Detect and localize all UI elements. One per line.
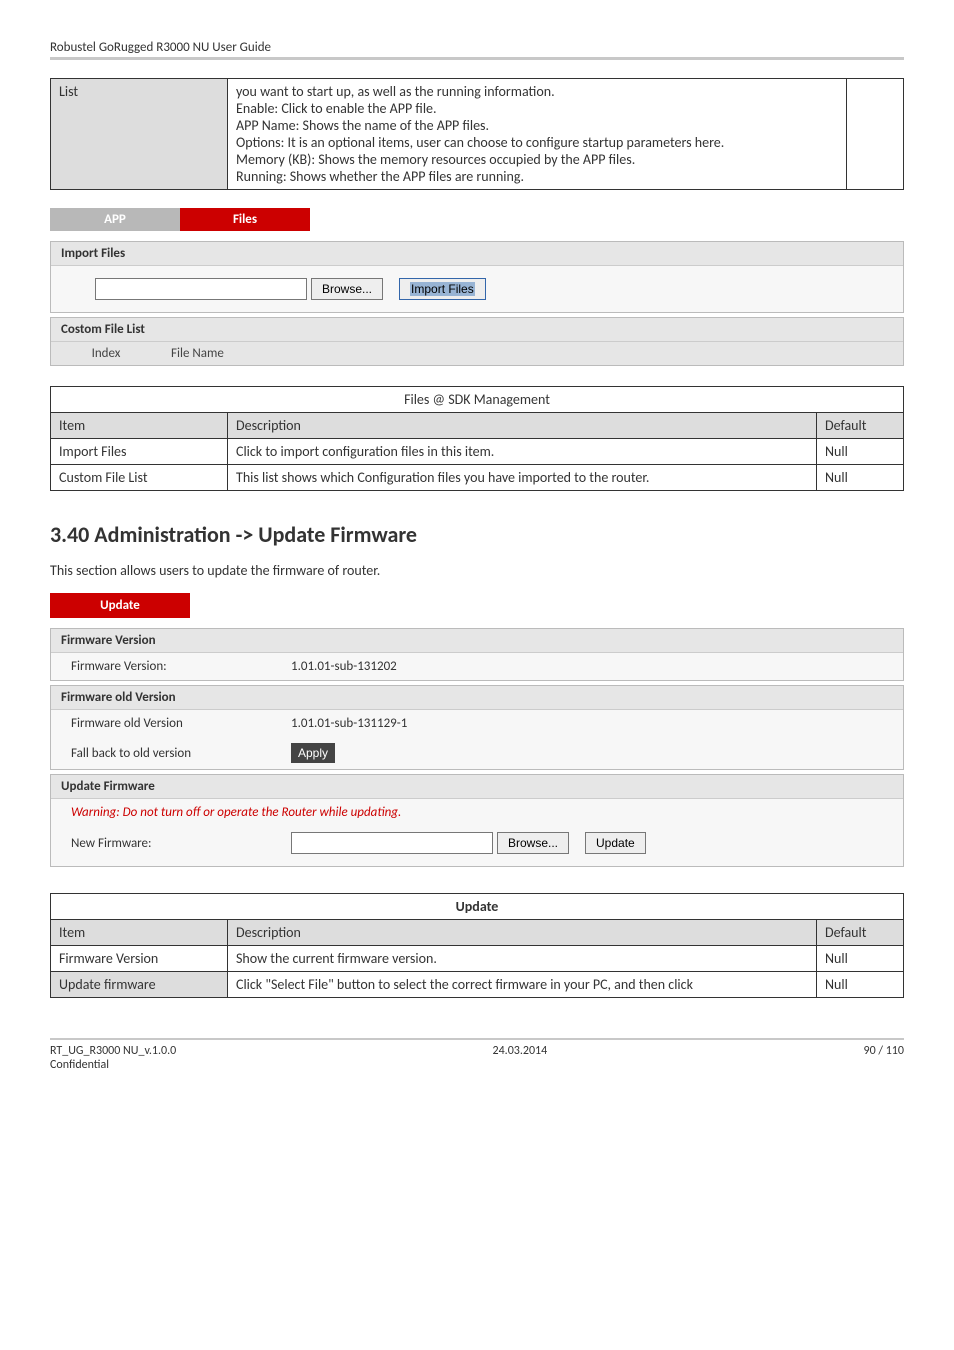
update-r0-item: Firmware Version — [51, 946, 228, 972]
update-firmware-header: Update Firmware — [51, 775, 903, 799]
footer-left-2: Confidential — [50, 1058, 176, 1072]
table-row: Update firmware Click "Select File" butt… — [51, 972, 904, 998]
custom-file-list-header: Costom File List — [51, 318, 903, 342]
footer-left-1: RT_UG_R3000 NU_v.1.0.0 — [50, 1044, 176, 1058]
files-r0-item: Import Files — [51, 439, 228, 465]
update-h-default: Default — [817, 920, 904, 946]
custom-file-list-columns: Index File Name — [51, 342, 903, 365]
col-index: Index — [51, 342, 161, 365]
apply-button[interactable]: Apply — [291, 743, 335, 763]
update-h-item: Item — [51, 920, 228, 946]
update-warning: Warning: Do not turn off or operate the … — [51, 799, 903, 826]
list-line-4: Memory (KB): Shows the memory resources … — [236, 151, 838, 168]
list-line-5: Running: Shows whether the APP files are… — [236, 168, 838, 185]
list-col1: List — [51, 79, 228, 190]
firmware-old-panel: Firmware old Version Firmware old Versio… — [50, 685, 904, 770]
section-description: This section allows users to update the … — [50, 562, 904, 579]
update-r1-item: Update firmware — [51, 972, 228, 998]
fallback-label: Fall back to old version — [71, 746, 291, 761]
tab-files[interactable]: Files — [180, 208, 310, 231]
new-firmware-label: New Firmware: — [71, 836, 291, 851]
header-divider — [50, 57, 904, 60]
files-sdk-title: Files @ SDK Management — [51, 387, 904, 413]
update-table-title: Update — [51, 894, 904, 920]
section-heading: 3.40 Administration -> Update Firmware — [50, 521, 904, 548]
new-firmware-row: New Firmware: Browse... Update — [51, 826, 903, 866]
list-line-1: Enable: Click to enable the APP file. — [236, 100, 838, 117]
firmware-old-row2: Fall back to old version Apply — [51, 737, 903, 769]
footer-right: 90 / 110 — [864, 1044, 904, 1072]
tab-app[interactable]: APP — [50, 208, 180, 231]
table-row: Firmware Version Show the current firmwa… — [51, 946, 904, 972]
col-filename: File Name — [161, 342, 903, 365]
firmware-version-row: Firmware Version: 1.01.01-sub-131202 — [51, 653, 903, 680]
firmware-version-panel: Firmware Version Firmware Version: 1.01.… — [50, 628, 904, 681]
update-firmware-panel: Update Firmware Warning: Do not turn off… — [50, 774, 904, 867]
firmware-old-label: Firmware old Version — [71, 716, 291, 731]
new-firmware-input[interactable] — [291, 832, 493, 854]
firmware-version-header: Firmware Version — [51, 629, 903, 653]
tab-update[interactable]: Update — [50, 593, 190, 618]
firmware-old-header: Firmware old Version — [51, 686, 903, 710]
footer-center: 24.03.2014 — [493, 1044, 548, 1072]
firmware-version-value: 1.01.01-sub-131202 — [291, 659, 397, 674]
page-footer: RT_UG_R3000 NU_v.1.0.0 Confidential 24.0… — [50, 1038, 904, 1072]
custom-file-list-panel: Costom File List Index File Name — [50, 317, 904, 366]
files-r1-item: Custom File List — [51, 465, 228, 491]
tab-row-app-files: APP Files — [50, 208, 904, 231]
update-button[interactable]: Update — [585, 832, 646, 854]
update-table: Update Item Description Default Firmware… — [50, 893, 904, 998]
firmware-old-row1: Firmware old Version 1.01.01-sub-131129-… — [51, 710, 903, 737]
files-r1-desc: This list shows which Configuration file… — [228, 465, 817, 491]
files-h-desc: Description — [228, 413, 817, 439]
import-files-button[interactable]: Import Files — [399, 278, 486, 300]
list-line-2: APP Name: Shows the name of the APP file… — [236, 117, 838, 134]
firmware-old-value: 1.01.01-sub-131129-1 — [291, 716, 407, 731]
import-files-row: Browse... Import Files — [71, 270, 883, 308]
import-files-header: Import Files — [51, 242, 903, 266]
list-line-3: Options: It is an optional items, user c… — [236, 134, 838, 151]
files-r1-def: Null — [817, 465, 904, 491]
files-h-default: Default — [817, 413, 904, 439]
update-r1-desc: Click "Select File" button to select the… — [228, 972, 817, 998]
files-r0-def: Null — [817, 439, 904, 465]
list-desc: you want to start up, as well as the run… — [228, 79, 847, 190]
files-h-item: Item — [51, 413, 228, 439]
fallback-value: Apply — [291, 743, 335, 763]
firmware-version-label: Firmware Version: — [71, 659, 291, 674]
table-row: Custom File List This list shows which C… — [51, 465, 904, 491]
file-path-input[interactable] — [95, 278, 307, 300]
list-table: List you want to start up, as well as th… — [50, 78, 904, 190]
table-row: Import Files Click to import configurati… — [51, 439, 904, 465]
list-line-0: you want to start up, as well as the run… — [236, 83, 838, 100]
browse-button[interactable]: Browse... — [311, 278, 383, 300]
update-r1-def: Null — [817, 972, 904, 998]
files-r0-desc: Click to import configuration files in t… — [228, 439, 817, 465]
browse-button-fw[interactable]: Browse... — [497, 832, 569, 854]
update-r0-def: Null — [817, 946, 904, 972]
files-sdk-table: Files @ SDK Management Item Description … — [50, 386, 904, 491]
list-empty — [847, 79, 904, 190]
import-files-panel: Import Files Browse... Import Files — [50, 241, 904, 313]
update-h-desc: Description — [228, 920, 817, 946]
update-r0-desc: Show the current firmware version. — [228, 946, 817, 972]
page-header: Robustel GoRugged R3000 NU User Guide — [50, 40, 904, 57]
